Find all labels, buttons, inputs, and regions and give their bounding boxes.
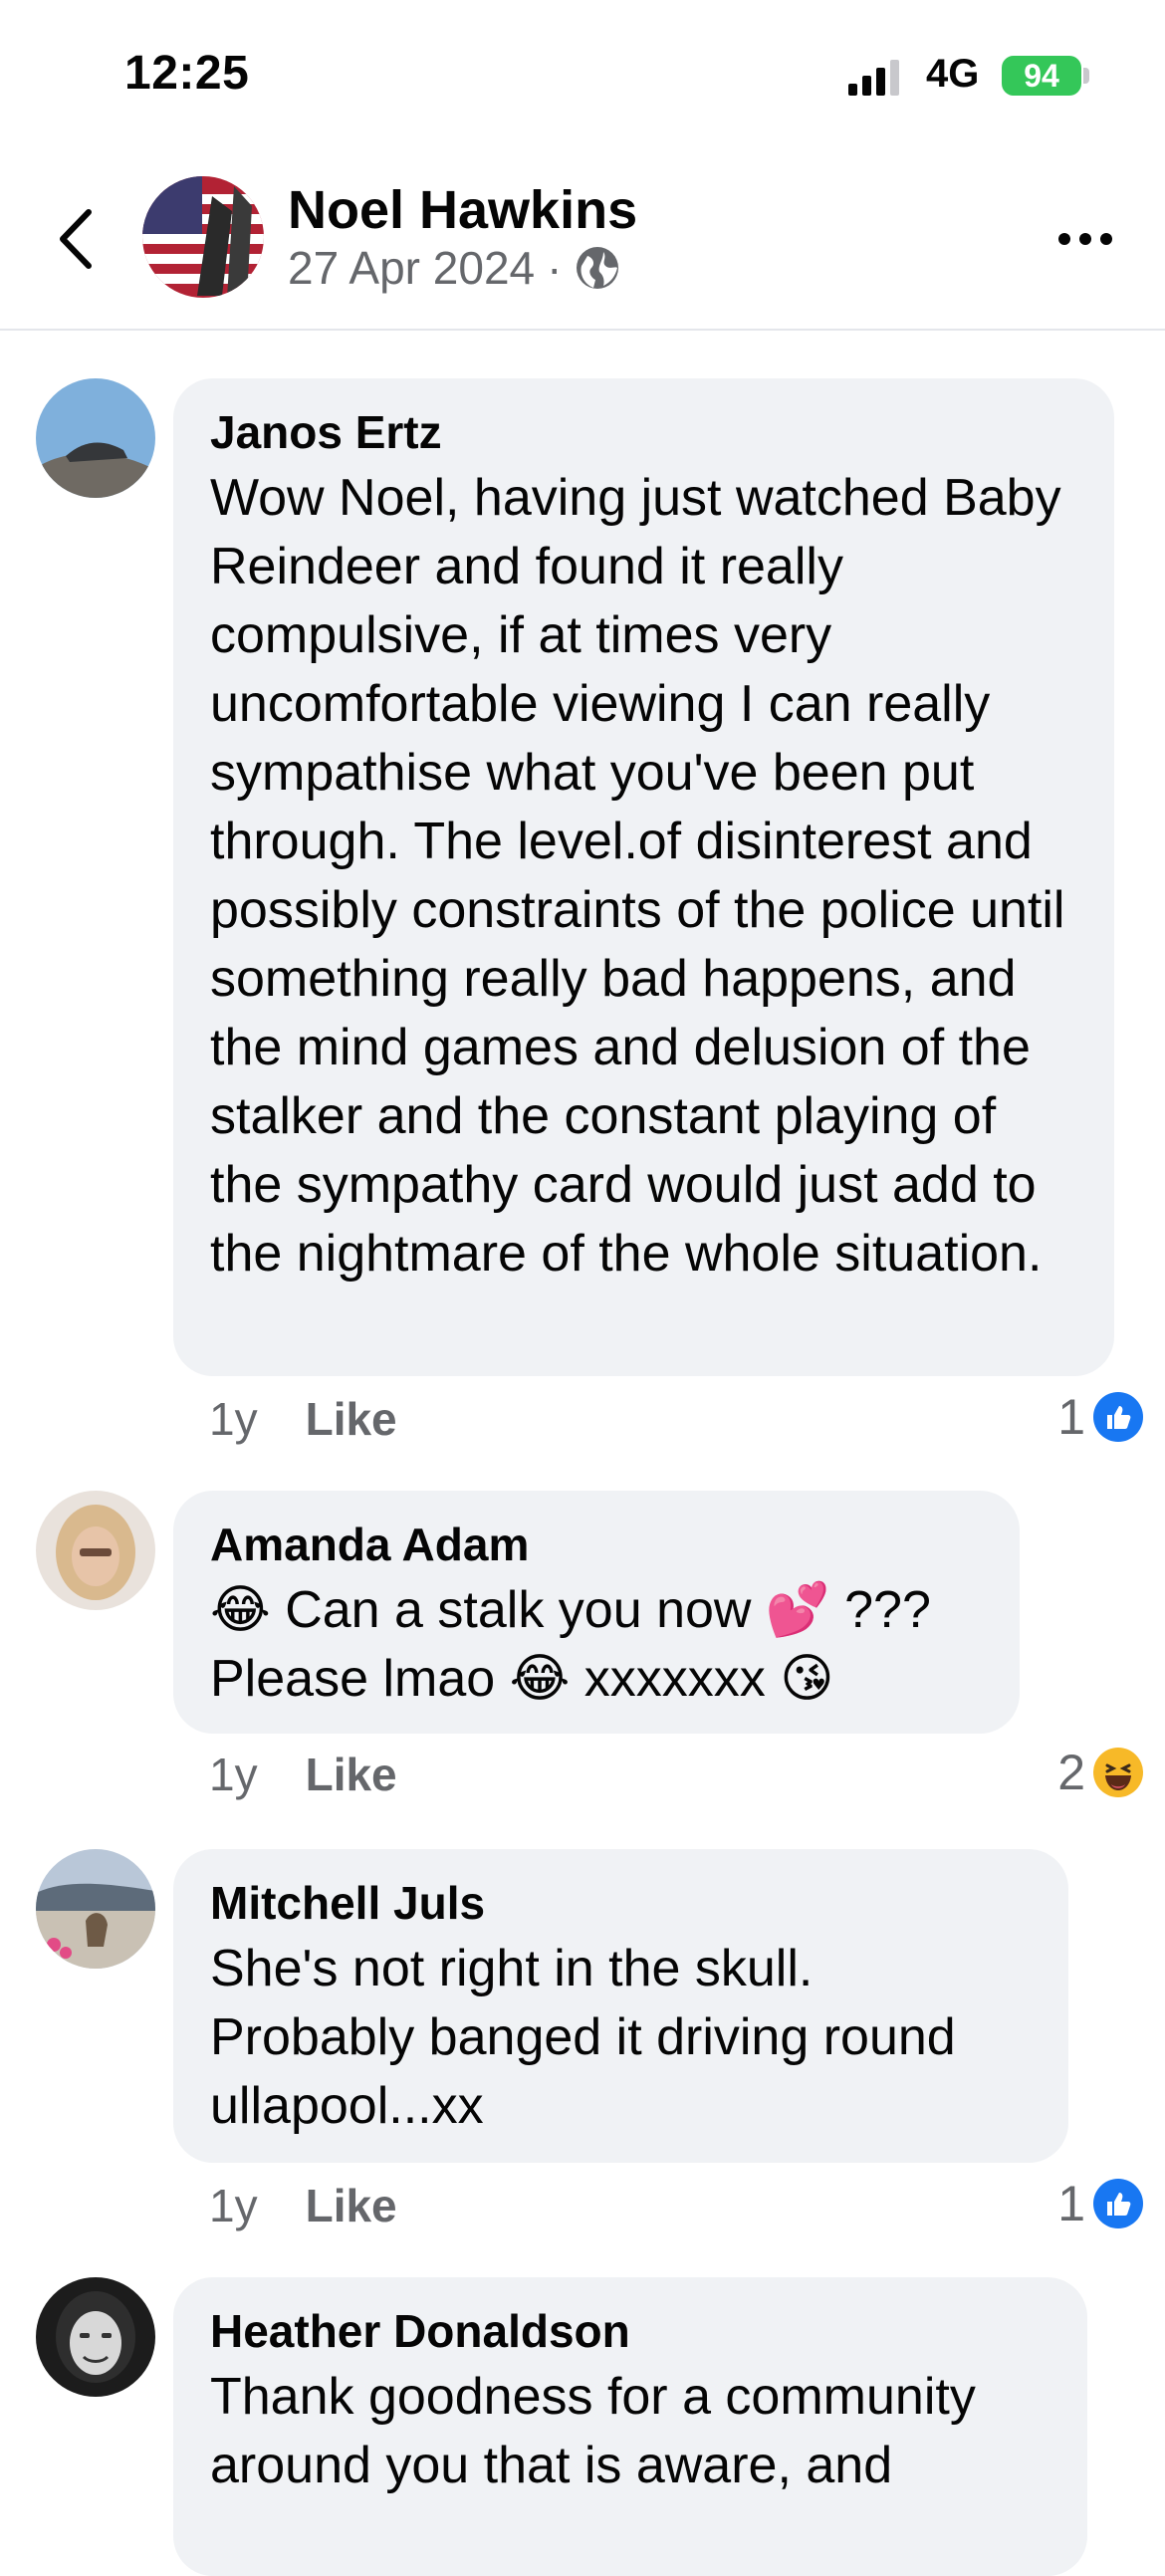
signal-icon bbox=[848, 60, 899, 96]
status-time: 12:25 bbox=[124, 47, 250, 100]
like-icon bbox=[1093, 1392, 1143, 1442]
comment-author[interactable]: Heather Donaldson bbox=[210, 2303, 1051, 2359]
comment-actions: 1y Like bbox=[209, 1392, 397, 1446]
reaction-summary[interactable]: 2 bbox=[1057, 1744, 1143, 1801]
avatar[interactable] bbox=[36, 378, 155, 498]
reaction-summary[interactable]: 1 bbox=[1057, 1388, 1143, 1446]
comment-author[interactable]: Mitchell Juls bbox=[210, 1875, 1033, 1931]
comment-author[interactable]: Janos Ertz bbox=[210, 404, 1078, 460]
like-button[interactable]: Like bbox=[306, 2179, 397, 2232]
network-type: 4G bbox=[926, 52, 980, 96]
comment-bubble[interactable]: Mitchell Juls She's not right in the sku… bbox=[173, 1849, 1068, 2163]
battery-level: 94 bbox=[1024, 57, 1059, 94]
haha-icon bbox=[1093, 1748, 1143, 1797]
woman-avatar-image bbox=[36, 1491, 155, 1610]
battery-icon: 94 bbox=[1002, 56, 1081, 96]
avatar[interactable] bbox=[36, 1491, 155, 1610]
more-options-button[interactable] bbox=[1046, 209, 1125, 269]
comment-text: She's not right in the skull. Probably b… bbox=[210, 1940, 956, 2135]
lizard-avatar-image bbox=[36, 378, 155, 498]
reaction-count: 2 bbox=[1057, 1745, 1085, 1800]
reaction-count: 1 bbox=[1057, 2176, 1085, 2231]
post-date[interactable]: 27 Apr 2024 bbox=[288, 241, 535, 295]
comment-actions: 1y Like bbox=[209, 1748, 397, 1801]
comment-text: 😂 Can a stalk you now 💕 ??? Please lmao … bbox=[210, 1581, 931, 1708]
like-icon bbox=[1093, 2179, 1143, 2228]
flag-avatar-image bbox=[142, 176, 264, 298]
reaction-summary[interactable]: 1 bbox=[1057, 2175, 1143, 2232]
avatar[interactable] bbox=[36, 2277, 155, 2397]
comment-bubble[interactable]: Amanda Adam 😂 Can a stalk you now 💕 ??? … bbox=[173, 1491, 1020, 1734]
comment-actions: 1y Like bbox=[209, 2179, 397, 2232]
avatar[interactable] bbox=[36, 1849, 155, 1969]
battery-cap bbox=[1083, 68, 1089, 84]
avatar[interactable] bbox=[142, 176, 264, 298]
more-icon bbox=[1058, 233, 1112, 245]
page-title[interactable]: Noel Hawkins bbox=[288, 179, 637, 241]
chevron-left-icon bbox=[60, 209, 92, 269]
status-bar: 12:25 4G 94 bbox=[0, 0, 1165, 149]
comment-time[interactable]: 1y bbox=[209, 1392, 258, 1446]
comment-text: Wow Noel, having just watched Baby Reind… bbox=[210, 469, 1079, 1283]
back-button[interactable] bbox=[40, 201, 110, 277]
like-button[interactable]: Like bbox=[306, 1392, 397, 1446]
reaction-count: 1 bbox=[1057, 1389, 1085, 1445]
post-header: Noel Hawkins 27 Apr 2024 · bbox=[0, 149, 1165, 331]
comment-bubble[interactable]: Janos Ertz Wow Noel, having just watched… bbox=[173, 378, 1114, 1376]
beach-avatar-image bbox=[36, 1849, 155, 1969]
comment-time[interactable]: 1y bbox=[209, 1748, 258, 1801]
comment-text: Thank goodness for a community around yo… bbox=[210, 2368, 991, 2494]
globe-icon bbox=[577, 247, 619, 289]
comment-time[interactable]: 1y bbox=[209, 2179, 258, 2232]
meta-separator: · bbox=[547, 242, 563, 294]
portrait-avatar-image bbox=[36, 2277, 155, 2397]
comment-author[interactable]: Amanda Adam bbox=[210, 1517, 984, 1572]
comment-bubble[interactable]: Heather Donaldson Thank goodness for a c… bbox=[173, 2277, 1087, 2576]
post-meta: 27 Apr 2024 · bbox=[288, 241, 621, 295]
like-button[interactable]: Like bbox=[306, 1748, 397, 1801]
